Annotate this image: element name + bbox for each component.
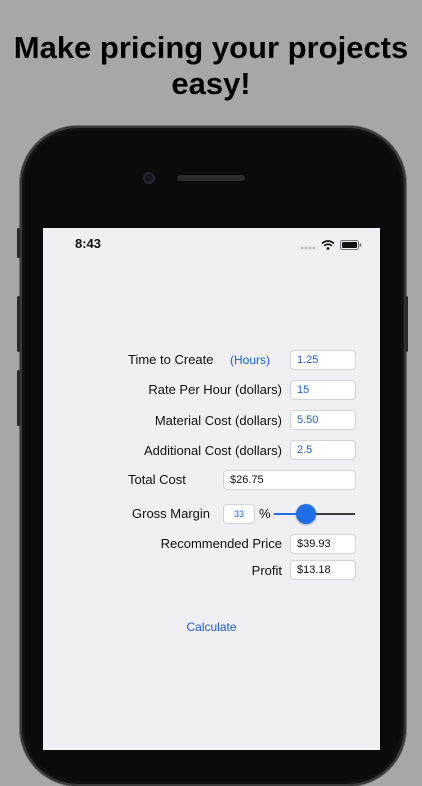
side-button [17, 228, 20, 258]
material-cost-label: Material Cost (dollars) [154, 413, 282, 428]
volume-down-button [17, 370, 20, 426]
rate-per-hour-label: Rate Per Hour (dollars) [148, 382, 282, 397]
hours-link[interactable]: (Hours) [230, 353, 270, 367]
gross-margin-label: Gross Margin [132, 506, 211, 521]
recommended-price-label: Recommended Price [160, 536, 282, 551]
profit-field: $13.18 [290, 560, 356, 580]
power-button [405, 296, 408, 352]
additional-cost-label: Additional Cost (dollars) [143, 443, 282, 458]
profit-label: Profit [251, 563, 282, 578]
volume-up-button [17, 296, 20, 352]
status-time: 8:43 [75, 236, 102, 251]
status-icons [300, 237, 362, 255]
wifi-icon [321, 237, 335, 255]
app-screen: 8:43 Time to Create (Hours) 1.25 Rate Pe… [43, 228, 380, 750]
additional-input[interactable]: 2.5 [290, 440, 356, 460]
total-cost-label: Total Cost [128, 472, 186, 487]
time-input[interactable]: 1.25 [290, 350, 356, 370]
material-input[interactable]: 5.50 [290, 410, 356, 430]
signal-icon [300, 237, 316, 255]
percent-label: % [259, 506, 271, 521]
recommended-price-field: $39.93 [290, 534, 356, 554]
rate-input[interactable]: 15 [290, 380, 356, 400]
time-to-create-label: Time to Create [128, 352, 214, 367]
calculate-button[interactable]: Calculate [43, 620, 380, 634]
headline: Make pricing your projects easy! [13, 30, 409, 101]
margin-slider-thumb[interactable] [296, 504, 317, 524]
battery-icon [340, 237, 362, 255]
earpiece-speaker [177, 175, 245, 181]
front-camera [143, 172, 155, 184]
margin-input[interactable]: 33 [223, 504, 255, 524]
total-cost-field: $26.75 [223, 470, 356, 490]
